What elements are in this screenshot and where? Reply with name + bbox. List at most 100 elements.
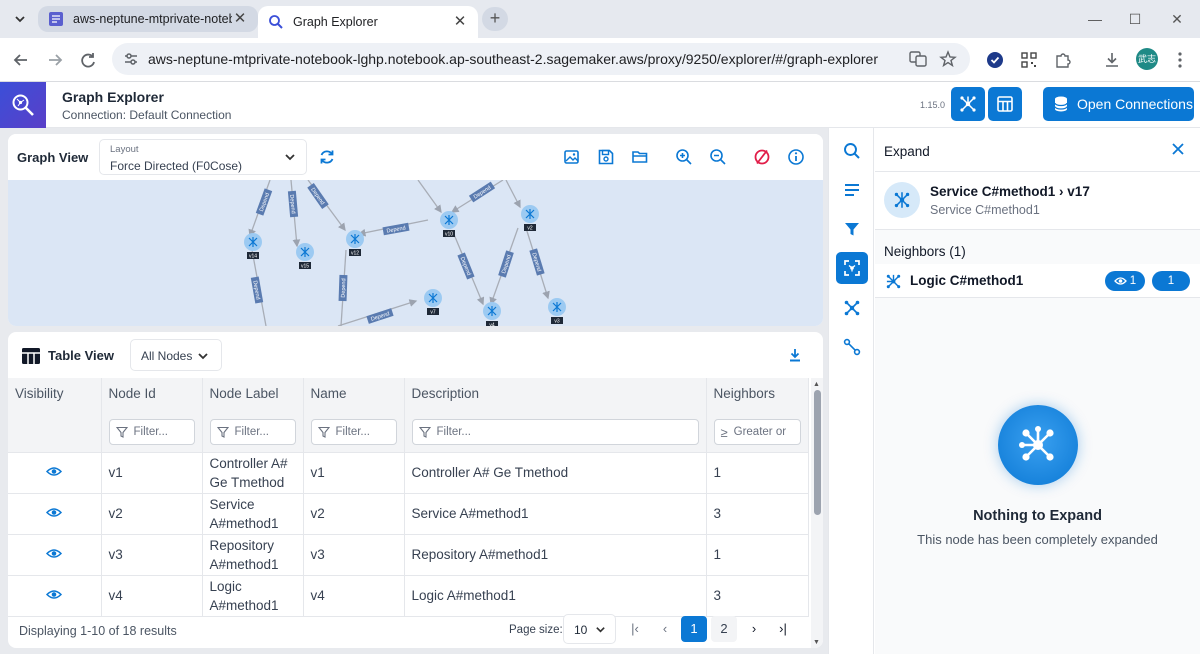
database-icon bbox=[1054, 96, 1068, 112]
column-header-node-id[interactable]: Node Id Filter... bbox=[101, 378, 203, 453]
graph-view-toggle-button[interactable] bbox=[951, 87, 985, 121]
filter-icon bbox=[845, 223, 859, 236]
tab-search-dropdown[interactable] bbox=[8, 7, 32, 31]
address-bar[interactable]: aws-neptune-mtprivate-notebook-lghp.note… bbox=[112, 43, 970, 75]
expand-button[interactable] bbox=[836, 252, 868, 284]
site-info-icon[interactable] bbox=[123, 51, 139, 67]
cell-description: Service A#method1 bbox=[404, 493, 707, 535]
graph-node[interactable]: v4 bbox=[483, 302, 501, 326]
extensions-puzzle-icon[interactable] bbox=[1053, 50, 1073, 70]
main-content: Graph View Layout Force Directed (F0Cose… bbox=[0, 128, 828, 654]
graph-search-icon bbox=[12, 94, 34, 116]
window-close-icon[interactable]: ✕ bbox=[1166, 8, 1188, 30]
table-row[interactable]: v1 Controller A# Ge Tmethod v1 Controller A… bbox=[8, 452, 809, 494]
graph-node[interactable]: v7 bbox=[424, 289, 442, 316]
close-icon[interactable] bbox=[1170, 141, 1186, 157]
details-button[interactable] bbox=[836, 174, 868, 206]
table-view-toggle-button[interactable] bbox=[988, 87, 1022, 121]
save-icon[interactable] bbox=[597, 148, 615, 166]
open-folder-icon[interactable] bbox=[631, 148, 649, 166]
column-header-visibility[interactable]: Visibility bbox=[8, 378, 102, 453]
node-icon bbox=[894, 192, 910, 208]
filters-button[interactable] bbox=[836, 213, 868, 245]
first-page-icon[interactable]: |‹ bbox=[622, 616, 648, 642]
column-header-node-label[interactable]: Node Label Filter... bbox=[202, 378, 304, 453]
zoom-in-icon[interactable] bbox=[675, 148, 693, 166]
qr-code-icon[interactable] bbox=[1019, 50, 1039, 70]
close-icon[interactable]: ✕ bbox=[232, 11, 248, 27]
edge-styling-button[interactable] bbox=[836, 331, 868, 363]
reload-icon[interactable] bbox=[77, 49, 99, 71]
back-arrow-icon[interactable] bbox=[10, 49, 32, 71]
results-count: Displaying 1-10 of 18 results bbox=[19, 624, 177, 638]
visibility-cell[interactable] bbox=[8, 493, 102, 535]
graph-node[interactable]: v2 bbox=[521, 205, 539, 232]
column-header-description[interactable]: Description Filter... bbox=[404, 378, 707, 453]
open-connections-button[interactable]: Open Connections bbox=[1043, 87, 1194, 121]
neighbors-count-badge: 1 bbox=[1152, 271, 1190, 291]
extension-shield-icon[interactable] bbox=[985, 50, 1005, 70]
version-label: 1.15.0 bbox=[920, 100, 946, 110]
translate-icon[interactable] bbox=[909, 50, 927, 68]
page-1-button[interactable]: 1 bbox=[681, 616, 707, 642]
description-filter-input[interactable]: Filter... bbox=[411, 419, 699, 445]
graph-canvas[interactable]: Depend Depend Depend Depend Depend Depen… bbox=[8, 180, 823, 326]
info-icon[interactable] bbox=[787, 148, 805, 166]
name-filter-input[interactable]: Filter... bbox=[310, 419, 397, 445]
graph-node[interactable]: v14 bbox=[244, 233, 262, 260]
more-menu-icon[interactable] bbox=[1170, 50, 1190, 70]
new-tab-button[interactable]: + bbox=[482, 7, 508, 31]
page-size-select[interactable]: 10 bbox=[563, 614, 616, 644]
page-size-value: 10 bbox=[574, 623, 588, 637]
node-avatar bbox=[884, 182, 920, 218]
table-row[interactable]: v2 Service A#method1 v2 Service A#method1 3 bbox=[8, 493, 809, 535]
cell-description: Repository A#method1 bbox=[404, 534, 707, 576]
graph-node-label: v12 bbox=[351, 251, 359, 257]
page-2-button[interactable]: 2 bbox=[711, 616, 737, 642]
export-image-icon[interactable] bbox=[563, 148, 581, 166]
node-label-filter-input[interactable]: Filter... bbox=[209, 419, 296, 445]
visibility-cell[interactable] bbox=[8, 452, 102, 494]
last-page-icon[interactable]: ›| bbox=[770, 616, 796, 642]
next-page-icon[interactable]: › bbox=[741, 616, 767, 642]
visibility-cell[interactable] bbox=[8, 534, 102, 576]
scrollbar-thumb[interactable] bbox=[814, 390, 821, 515]
graph-node[interactable]: v12 bbox=[346, 230, 364, 257]
graph-view-panel: Graph View Layout Force Directed (F0Cose… bbox=[8, 134, 823, 326]
minimize-icon[interactable]: — bbox=[1084, 8, 1106, 30]
profile-avatar[interactable]: 武志 bbox=[1136, 48, 1158, 70]
layout-select[interactable]: Layout Force Directed (F0Cose) bbox=[99, 139, 307, 175]
clear-graph-icon[interactable] bbox=[753, 148, 771, 166]
graph-edge bbox=[505, 180, 521, 209]
node-type-select[interactable]: All Nodes bbox=[130, 339, 222, 371]
refresh-layout-icon[interactable] bbox=[318, 148, 336, 166]
node-id-filter-input[interactable]: Filter... bbox=[108, 419, 195, 445]
neighbor-type-row[interactable]: Logic C#method1 1 1 bbox=[875, 264, 1200, 298]
column-header-neighbors[interactable]: Neighbors ≥ Greater or bbox=[706, 378, 809, 453]
graph-node[interactable]: v3 bbox=[548, 298, 566, 325]
graph-node[interactable]: v10 bbox=[440, 211, 458, 238]
download-icon[interactable] bbox=[1102, 50, 1122, 70]
close-icon[interactable]: ✕ bbox=[452, 14, 468, 30]
graph-node[interactable]: v15 bbox=[296, 243, 314, 270]
browser-tab-title: aws-neptune-mtprivate-notebo bbox=[73, 12, 232, 26]
zoom-out-icon[interactable] bbox=[709, 148, 727, 166]
forward-arrow-icon[interactable] bbox=[44, 49, 66, 71]
download-icon[interactable] bbox=[787, 347, 803, 363]
eye-icon bbox=[46, 508, 63, 517]
chevron-down-icon bbox=[285, 154, 295, 161]
neighbors-filter-input[interactable]: ≥ Greater or bbox=[713, 419, 801, 445]
filter-icon bbox=[216, 426, 229, 438]
browser-tab-notebook[interactable]: aws-neptune-mtprivate-notebo ✕ bbox=[38, 6, 258, 32]
eye-icon bbox=[46, 590, 63, 599]
node-styling-button[interactable] bbox=[836, 292, 868, 324]
previous-page-icon[interactable]: ‹ bbox=[652, 616, 678, 642]
browser-tab-graph-explorer[interactable]: Graph Explorer ✕ bbox=[258, 6, 478, 38]
maximize-icon[interactable]: ☐ bbox=[1124, 8, 1146, 30]
column-header-name[interactable]: Name Filter... bbox=[303, 378, 405, 453]
bookmark-star-icon[interactable] bbox=[939, 50, 957, 68]
table-row[interactable]: v3 Repository A#method1 v3 Repository A#met… bbox=[8, 534, 809, 576]
graph-node-label: v14 bbox=[249, 254, 257, 260]
search-button[interactable] bbox=[836, 135, 868, 167]
graph-edge-label: Depend bbox=[457, 252, 475, 280]
